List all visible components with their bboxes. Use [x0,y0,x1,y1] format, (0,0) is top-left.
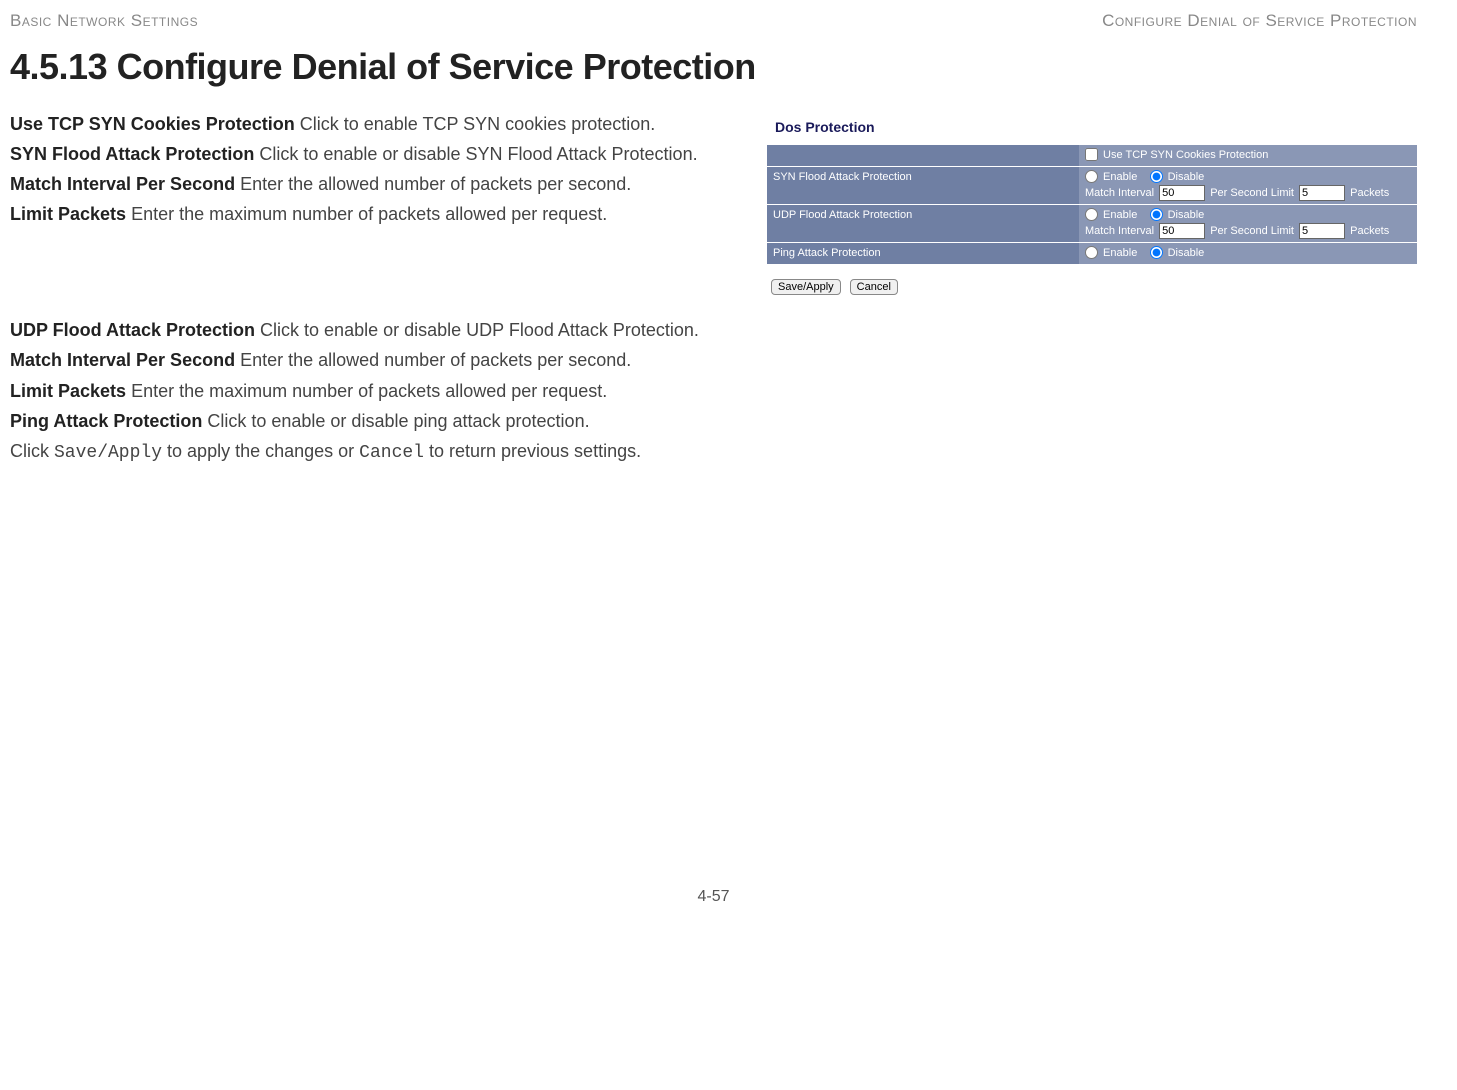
body-udp-limit-packets: Enter the maximum number of packets allo… [126,381,607,401]
final-code-save: Save/Apply [54,443,162,463]
ping-attack-label: Ping Attack Protection [767,242,1079,263]
header-left: Basic Network Settings [10,10,198,33]
syn-match-interval-label: Match Interval [1085,187,1154,199]
syn-match-interval-input[interactable] [1159,185,1205,201]
page-header: Basic Network Settings Configure Denial … [10,10,1417,33]
body-syn-limit-packets: Enter the maximum number of packets allo… [126,204,607,224]
final-a: Click [10,441,54,461]
lead-udp-match-interval: Match Interval Per Second [10,350,235,370]
body-syn-flood: Click to enable or disable SYN Flood Att… [254,144,697,164]
lead-syn-match-interval: Match Interval Per Second [10,174,235,194]
button-row: Save/Apply Cancel [767,264,1417,304]
syn-per-second-limit-input[interactable] [1299,185,1345,201]
syn-flood-enable-radio[interactable] [1085,170,1098,183]
udp-flood-enable-radio[interactable] [1085,208,1098,221]
lead-ping-attack: Ping Attack Protection [10,411,202,431]
ping-disable-radio[interactable] [1150,246,1163,259]
lead-syn-flood: SYN Flood Attack Protection [10,144,254,164]
lead-syn-limit-packets: Limit Packets [10,204,126,224]
udp-flood-disable-radio[interactable] [1150,208,1163,221]
udp-flood-controls: Enable Disable Match Interval Per Second… [1079,205,1417,243]
udp-per-second-limit-label: Per Second Limit [1210,225,1294,237]
lead-udp-flood: UDP Flood Attack Protection [10,320,255,340]
syn-flood-label: SYN Flood Attack Protection [767,167,1079,205]
para-udp-limit-packets: Limit Packets Enter the maximum number o… [10,379,1417,403]
tcp-syn-cookies-cell: Use TCP SYN Cookies Protection [1079,145,1417,167]
dos-protection-panel: Dos Protection Use TCP SYN Cookies Prote… [767,112,1417,305]
ping-enable-radio[interactable] [1085,246,1098,259]
udp-flood-disable-label: Disable [1165,209,1205,221]
header-right: Configure Denial of Service Protection [1102,10,1417,33]
udp-packets-label: Packets [1350,225,1389,237]
dos-table: Use TCP SYN Cookies Protection SYN Flood… [767,144,1417,263]
udp-match-interval-input[interactable] [1159,223,1205,239]
para-udp-flood: UDP Flood Attack Protection Click to ena… [10,318,1417,342]
ping-disable-label: Disable [1165,247,1205,259]
save-apply-button[interactable]: Save/Apply [771,279,841,295]
udp-match-interval-label: Match Interval [1085,225,1154,237]
para-final: Click Save/Apply to apply the changes or… [10,439,1417,465]
udp-flood-label: UDP Flood Attack Protection [767,205,1079,243]
panel-title: Dos Protection [767,112,1417,145]
section-title: 4.5.13 Configure Denial of Service Prote… [10,43,1417,92]
ping-attack-controls: Enable Disable [1079,242,1417,263]
row-spacer [767,145,1079,167]
final-code-cancel: Cancel [359,443,424,463]
para-ping-attack: Ping Attack Protection Click to enable o… [10,409,1417,433]
syn-flood-disable-label: Disable [1165,171,1205,183]
tcp-syn-cookies-label: Use TCP SYN Cookies Protection [1100,149,1268,161]
body-ping-attack: Click to enable or disable ping attack p… [202,411,589,431]
tcp-syn-cookies-checkbox[interactable] [1085,148,1098,161]
final-c: to return previous settings. [424,441,641,461]
syn-per-second-limit-label: Per Second Limit [1210,187,1294,199]
syn-flood-disable-radio[interactable] [1150,170,1163,183]
syn-flood-enable-label: Enable [1100,171,1137,183]
lead-tcp-syn-cookies: Use TCP SYN Cookies Protection [10,114,295,134]
body-udp-flood: Click to enable or disable UDP Flood Att… [255,320,699,340]
body-syn-match-interval: Enter the allowed number of packets per … [235,174,631,194]
udp-flood-enable-label: Enable [1100,209,1137,221]
ping-enable-label: Enable [1100,247,1137,259]
page-number: 4-57 [10,886,1417,908]
cancel-button[interactable]: Cancel [850,279,898,295]
body-udp-match-interval: Enter the allowed number of packets per … [235,350,631,370]
lead-udp-limit-packets: Limit Packets [10,381,126,401]
final-b: to apply the changes or [162,441,359,461]
syn-packets-label: Packets [1350,187,1389,199]
body-tcp-syn-cookies: Click to enable TCP SYN cookies protecti… [295,114,656,134]
syn-flood-controls: Enable Disable Match Interval Per Second… [1079,167,1417,205]
para-udp-match-interval: Match Interval Per Second Enter the allo… [10,348,1417,372]
udp-per-second-limit-input[interactable] [1299,223,1345,239]
